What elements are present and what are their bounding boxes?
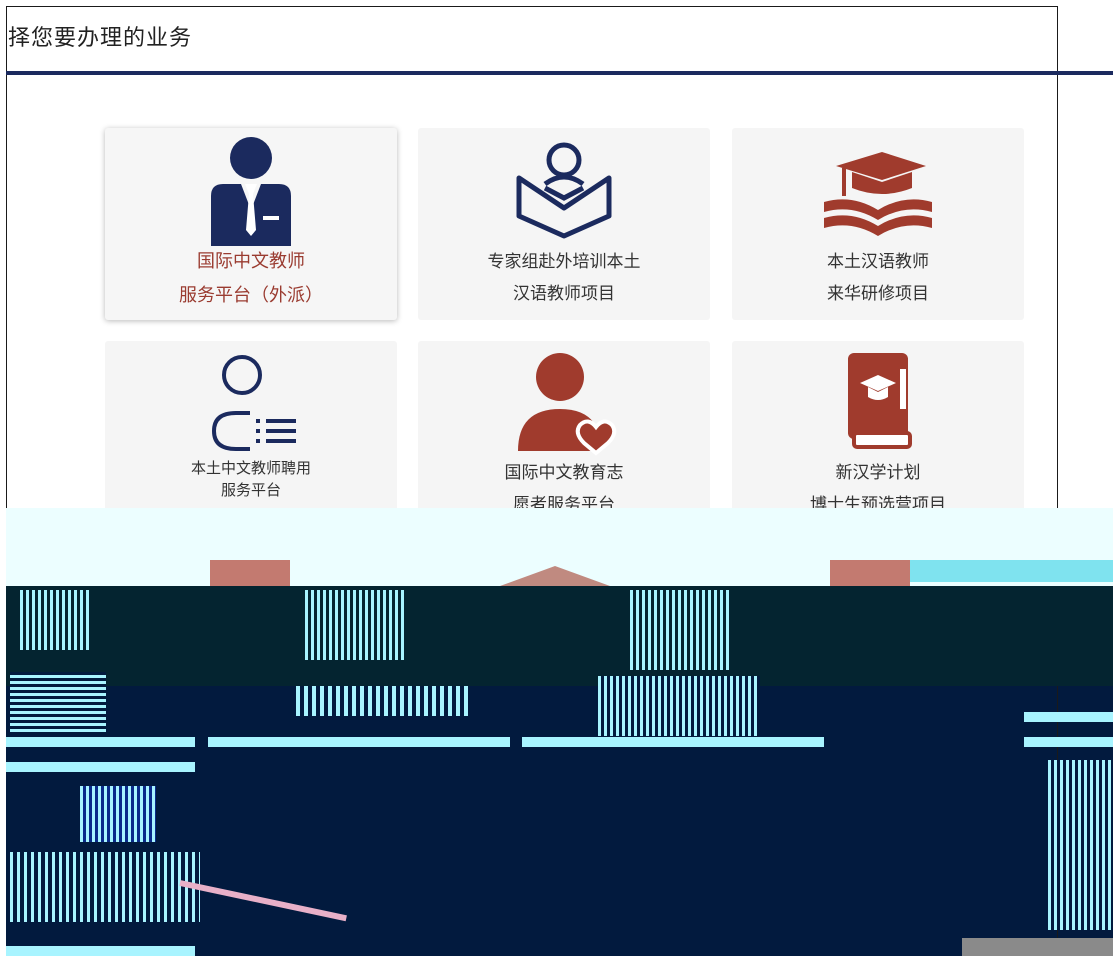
person-list-icon <box>211 355 296 451</box>
service-label-line1: 国际中文教育志 <box>504 463 624 483</box>
glitch-noise-block <box>598 676 760 736</box>
service-label-line2: 来华研修项目 <box>827 284 929 304</box>
window-frame-top <box>6 6 1058 7</box>
service-label-line1: 本土汉语教师 <box>827 252 929 272</box>
glitch-noise-block <box>20 590 90 650</box>
glitch-noise-block <box>1048 760 1113 930</box>
service-card-local-teacher-study[interactable]: 本土汉语教师 来华研修项目 <box>732 128 1024 320</box>
glitch-noise-block <box>10 672 106 732</box>
glitch-noise-block <box>80 786 156 842</box>
person-reading-book-icon <box>516 142 612 239</box>
service-card-volunteer[interactable]: 国际中文教育志 愿者服务平台 <box>418 341 710 515</box>
glitch-line <box>522 737 824 747</box>
page-title: 择您要办理的业务 <box>8 26 193 51</box>
service-label-line1: 本土中文教师聘用 <box>190 459 311 477</box>
glitch-line <box>1024 737 1113 747</box>
glitch-fragment-card-tops <box>830 560 910 586</box>
glitch-strip-teal <box>910 560 1113 582</box>
service-label-line1: 国际中文教师 <box>197 251 305 272</box>
glitch-grey-block <box>962 938 1113 956</box>
service-label-line2: 汉语教师项目 <box>513 284 615 304</box>
service-card-expert-training[interactable]: 专家组赴外培训本土 汉语教师项目 <box>418 128 710 320</box>
service-card-new-sinology[interactable]: 新汉学计划 博士生预选营项目 <box>732 341 1024 515</box>
volunteer-heart-icon <box>518 353 617 456</box>
service-card-international-teacher[interactable]: 国际中文教师 服务平台（外派） <box>105 128 397 320</box>
glitch-noise-block <box>305 590 405 660</box>
service-card-local-teacher-hiring[interactable]: 本土中文教师聘用 服务平台 <box>105 341 397 511</box>
glitch-line <box>6 737 195 747</box>
service-label-line1: 新汉学计划 <box>835 463 921 483</box>
glitch-line <box>6 946 195 956</box>
glitch-noise-block <box>630 590 730 670</box>
service-label-line2: 服务平台（外派） <box>179 285 323 306</box>
service-label-line1: 专家组赴外培训本土 <box>487 252 641 272</box>
glitch-noise-block <box>296 686 472 716</box>
cap-book-icon <box>848 353 912 449</box>
header-divider <box>6 71 1113 75</box>
graduation-cap-book-icon <box>824 152 932 236</box>
glitch-noise-block <box>10 852 200 922</box>
teacher-suit-icon <box>211 137 291 246</box>
glitch-line <box>1024 712 1113 722</box>
glitch-overlay-dark-teal <box>6 586 1113 686</box>
glitch-line <box>208 737 510 747</box>
glitch-fragment-card-tops <box>210 560 290 586</box>
glitch-line <box>6 762 195 772</box>
service-label-line2: 服务平台 <box>220 481 281 499</box>
